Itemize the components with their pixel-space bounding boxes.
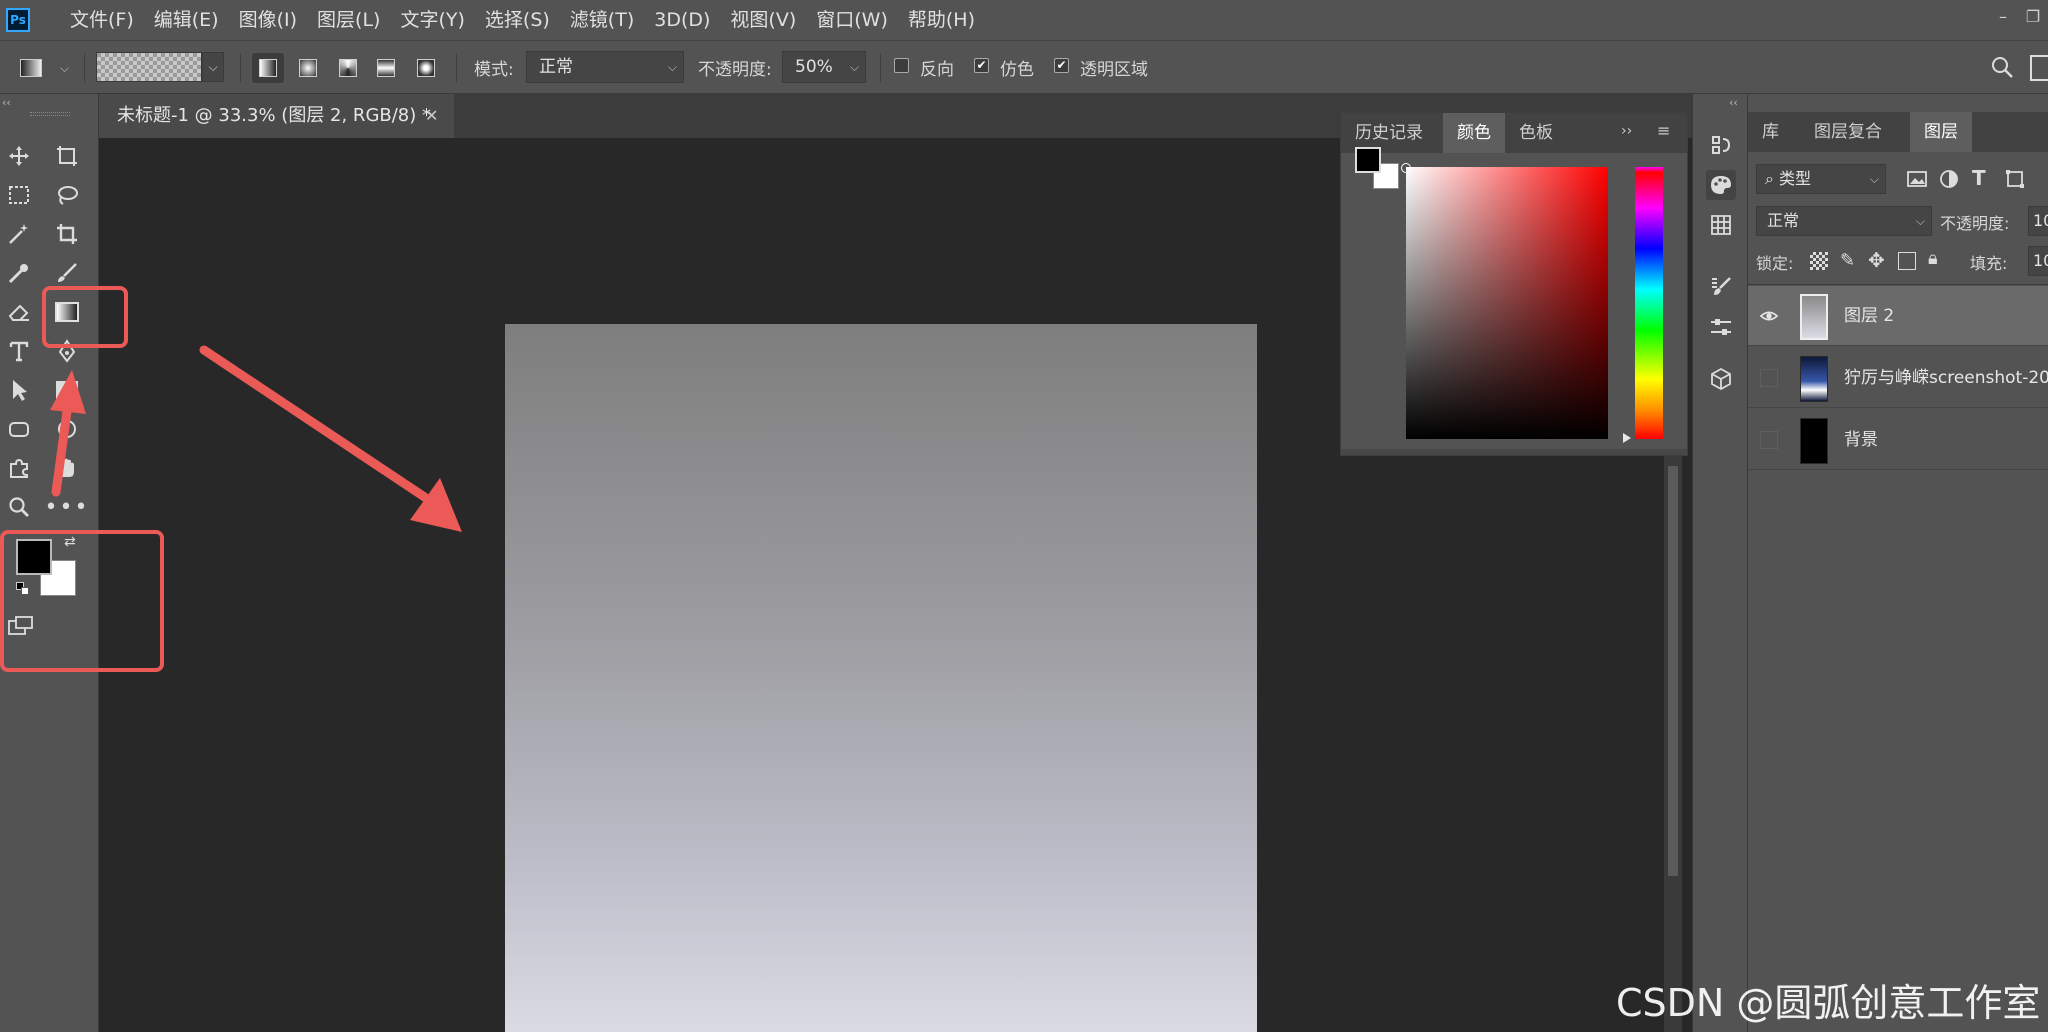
arrow-to-canvas <box>199 345 462 532</box>
arrow-to-gradient-tool <box>50 370 86 497</box>
annotation-arrows <box>50 345 462 532</box>
watermark: CSDN @圆弧创意工作室 <box>1616 981 2041 1025</box>
foreground-color-swatch[interactable] <box>16 539 52 575</box>
